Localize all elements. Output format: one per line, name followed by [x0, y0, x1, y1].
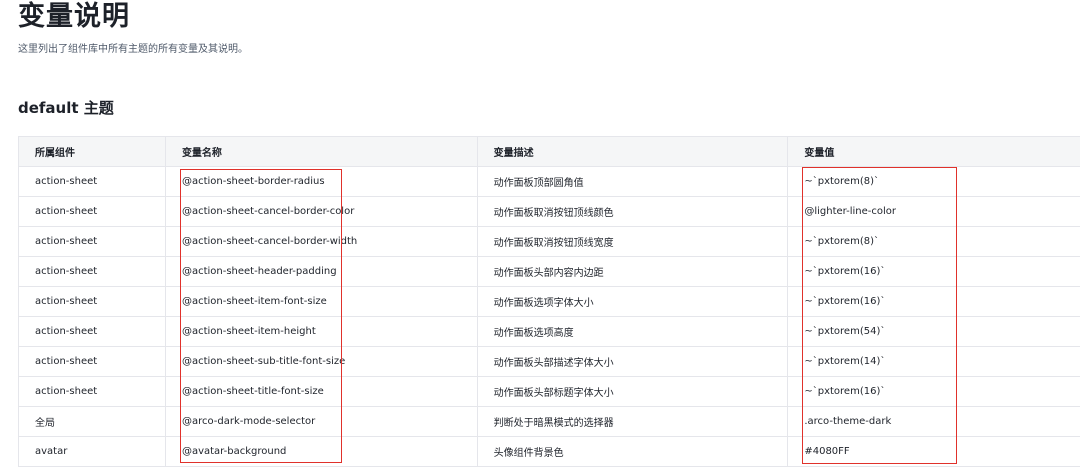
page-description: 这里列出了组件库中所有主题的所有变量及其说明。 [18, 44, 248, 55]
cell-name: @arco-dark-mode-selector [165, 406, 478, 437]
cell-name: @action-sheet-cancel-border-color [165, 196, 478, 227]
cell-value: ~`pxtorem(8)` [787, 226, 1080, 257]
cell-value: ~`pxtorem(16)` [787, 376, 1080, 407]
cell-name: @action-sheet-item-height [165, 316, 478, 347]
table-row: action-sheet @action-sheet-border-radius… [18, 166, 1080, 197]
header-description: 变量描述 [477, 136, 789, 167]
cell-value: ~`pxtorem(16)` [787, 256, 1080, 287]
cell-component: action-sheet [18, 196, 166, 227]
table-row: action-sheet @action-sheet-sub-title-fon… [18, 346, 1080, 377]
header-value: 变量值 [787, 136, 1080, 167]
cell-description: 动作面板选项字体大小 [477, 286, 789, 317]
cell-value: ~`pxtorem(16)` [787, 286, 1080, 317]
table-row: action-sheet @action-sheet-item-height 动… [18, 316, 1080, 347]
cell-component: action-sheet [18, 256, 166, 287]
cell-description: 动作面板取消按钮顶线颜色 [477, 196, 789, 227]
cell-component: avatar [18, 436, 166, 467]
cell-description: 动作面板顶部圆角值 [477, 166, 789, 197]
table-row: action-sheet @action-sheet-item-font-siz… [18, 286, 1080, 317]
cell-description: 动作面板头部描述字体大小 [477, 346, 789, 377]
cell-value: ~`pxtorem(14)` [787, 346, 1080, 377]
variables-table: 所属组件 变量名称 变量描述 变量值 action-sheet @action-… [18, 136, 1080, 467]
page-title: 变量说明 [18, 1, 130, 32]
cell-name: @action-sheet-sub-title-font-size [165, 346, 478, 377]
cell-name: @action-sheet-border-radius [165, 166, 478, 197]
section-title: default 主题 [18, 99, 114, 117]
table-row: action-sheet @action-sheet-header-paddin… [18, 256, 1080, 287]
cell-component: action-sheet [18, 166, 166, 197]
cell-component: action-sheet [18, 376, 166, 407]
cell-value: @lighter-line-color [787, 196, 1080, 227]
cell-name: @action-sheet-item-font-size [165, 286, 478, 317]
cell-component: action-sheet [18, 286, 166, 317]
table-row: action-sheet @action-sheet-cancel-border… [18, 196, 1080, 227]
table-header-row: 所属组件 变量名称 变量描述 变量值 [18, 136, 1080, 167]
table-row: 全局 @arco-dark-mode-selector 判断处于暗黑模式的选择器… [18, 406, 1080, 437]
cell-name: @action-sheet-cancel-border-width [165, 226, 478, 257]
cell-value: .arco-theme-dark [787, 406, 1080, 437]
cell-value: ~`pxtorem(54)` [787, 316, 1080, 347]
cell-description: 动作面板选项高度 [477, 316, 789, 347]
cell-description: 动作面板取消按钮顶线宽度 [477, 226, 789, 257]
cell-name: @avatar-background [165, 436, 478, 467]
table-row: action-sheet @action-sheet-cancel-border… [18, 226, 1080, 257]
table-row: action-sheet @action-sheet-title-font-si… [18, 376, 1080, 407]
cell-name: @action-sheet-title-font-size [165, 376, 478, 407]
header-name: 变量名称 [165, 136, 478, 167]
cell-description: 判断处于暗黑模式的选择器 [477, 406, 789, 437]
cell-component: 全局 [18, 406, 166, 437]
cell-name: @action-sheet-header-padding [165, 256, 478, 287]
cell-value: #4080FF [787, 436, 1080, 467]
header-component: 所属组件 [18, 136, 166, 167]
cell-description: 动作面板头部标题字体大小 [477, 376, 789, 407]
cell-description: 动作面板头部内容内边距 [477, 256, 789, 287]
cell-value: ~`pxtorem(8)` [787, 166, 1080, 197]
cell-component: action-sheet [18, 226, 166, 257]
cell-component: action-sheet [18, 316, 166, 347]
cell-component: action-sheet [18, 346, 166, 377]
cell-description: 头像组件背景色 [477, 436, 789, 467]
table-row: avatar @avatar-background 头像组件背景色 #4080F… [18, 436, 1080, 467]
